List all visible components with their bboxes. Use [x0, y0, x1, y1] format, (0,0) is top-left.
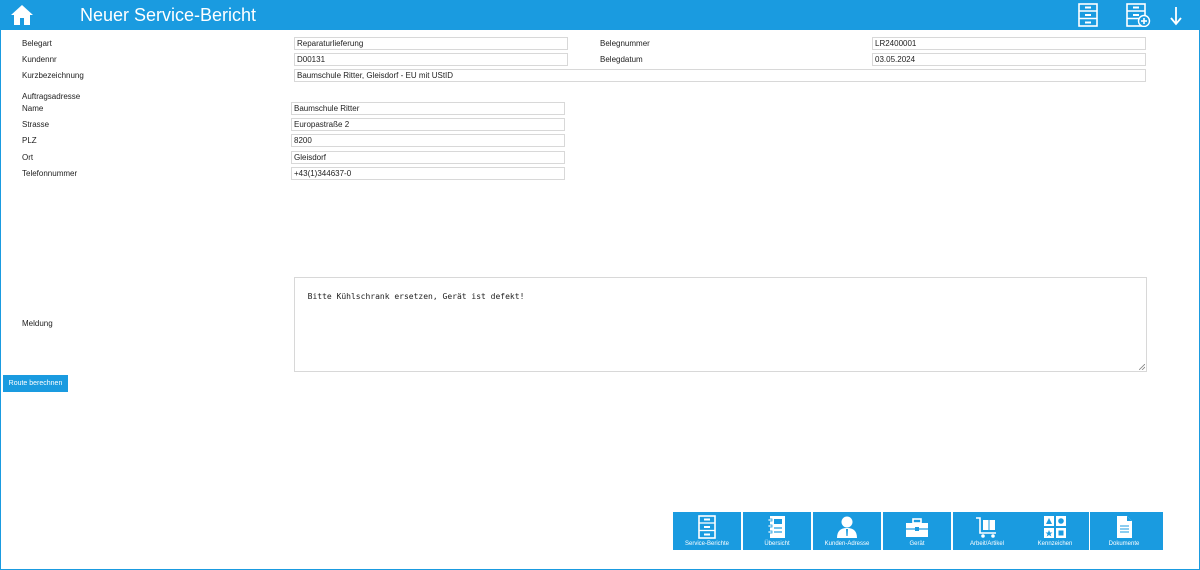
name-field[interactable]: Baumschule Ritter: [291, 102, 565, 115]
plz-field[interactable]: 8200: [291, 134, 565, 147]
bottom-toolbar: Service-Berichte Übersicht Kunden-Adress…: [673, 512, 1163, 550]
toolbar-label: Kennzeichen: [1037, 541, 1073, 547]
person-icon: [837, 516, 857, 538]
toolbar-arbeit-artikel-button[interactable]: Arbeit/Artikel: [953, 512, 1021, 550]
toolbar-kennzeichen-button[interactable]: Kennzeichen: [1021, 512, 1089, 550]
shapes-icon: [1044, 516, 1066, 538]
meldung-textarea[interactable]: Bitte Kühlschrank ersetzen, Gerät ist de…: [294, 277, 1147, 372]
home-icon[interactable]: [10, 4, 34, 26]
meldung-label: Meldung: [22, 319, 53, 328]
kundennr-field[interactable]: D00131: [294, 53, 568, 66]
header-bar: Neuer Service-Bericht: [0, 0, 1200, 30]
belegart-field[interactable]: Reparaturlieferung: [294, 37, 568, 50]
page-title: Neuer Service-Bericht: [80, 5, 257, 25]
notebook-icon: [767, 516, 785, 538]
belegnummer-label: Belegnummer: [600, 39, 650, 48]
toolbar-service-berichte-button[interactable]: Service-Berichte: [673, 512, 741, 550]
toolbar-label: Dokumente: [1108, 541, 1140, 547]
belegnummer-field[interactable]: LR2400001: [872, 37, 1146, 50]
toolbox-icon: [906, 518, 928, 537]
meldung-text: Bitte Kühlschrank ersetzen, Gerät ist de…: [307, 292, 525, 301]
ort-field[interactable]: Gleisdorf: [291, 151, 565, 164]
resize-grip-icon[interactable]: [1139, 364, 1145, 370]
name-label: Name: [22, 104, 44, 113]
strasse-field[interactable]: Europastraße 2: [291, 118, 565, 131]
telefonnummer-label: Telefonnummer: [22, 169, 78, 178]
toolbar-dokumente-button[interactable]: Dokumente: [1090, 512, 1158, 550]
arrow-down-icon[interactable]: [1168, 3, 1184, 27]
belegdatum-label: Belegdatum: [600, 55, 643, 64]
toolbar-label: Übersicht: [764, 541, 790, 547]
cabinet-list-icon[interactable]: [1077, 3, 1099, 27]
cart-icon: [976, 517, 996, 538]
belegdatum-field[interactable]: 03.05.2024: [872, 53, 1146, 66]
cabinet-add-icon[interactable]: [1125, 3, 1151, 27]
belegart-label: Belegart: [22, 39, 52, 48]
ort-label: Ort: [22, 153, 34, 162]
kurzbezeichnung-label: Kurzbezeichnung: [22, 71, 84, 80]
cabinet-icon: [698, 515, 716, 539]
toolbar-overflow-edge: [1158, 512, 1163, 550]
plz-label: PLZ: [22, 136, 37, 145]
toolbar-label: Arbeit/Artikel: [969, 541, 1004, 547]
strasse-label: Strasse: [22, 120, 50, 129]
telefonnummer-field[interactable]: +43(1)344637-0: [291, 167, 565, 180]
route-berechnen-button[interactable]: Route berechnen: [3, 375, 68, 392]
toolbar-label: Gerät: [909, 541, 925, 547]
toolbar-uebersicht-button[interactable]: Übersicht: [743, 512, 811, 550]
document-icon: [1117, 516, 1132, 538]
toolbar-label: Service-Berichte: [684, 541, 729, 547]
kundennr-label: Kundennr: [22, 55, 57, 64]
toolbar-label: Kunden-Adresse: [824, 541, 870, 547]
auftragsadresse-heading: Auftragsadresse: [22, 92, 81, 101]
toolbar-geraet-button[interactable]: Gerät: [883, 512, 951, 550]
kurzbezeichnung-field[interactable]: Baumschule Ritter, Gleisdorf - EU mit US…: [294, 69, 1146, 82]
toolbar-kunden-adresse-button[interactable]: Kunden-Adresse: [813, 512, 881, 550]
